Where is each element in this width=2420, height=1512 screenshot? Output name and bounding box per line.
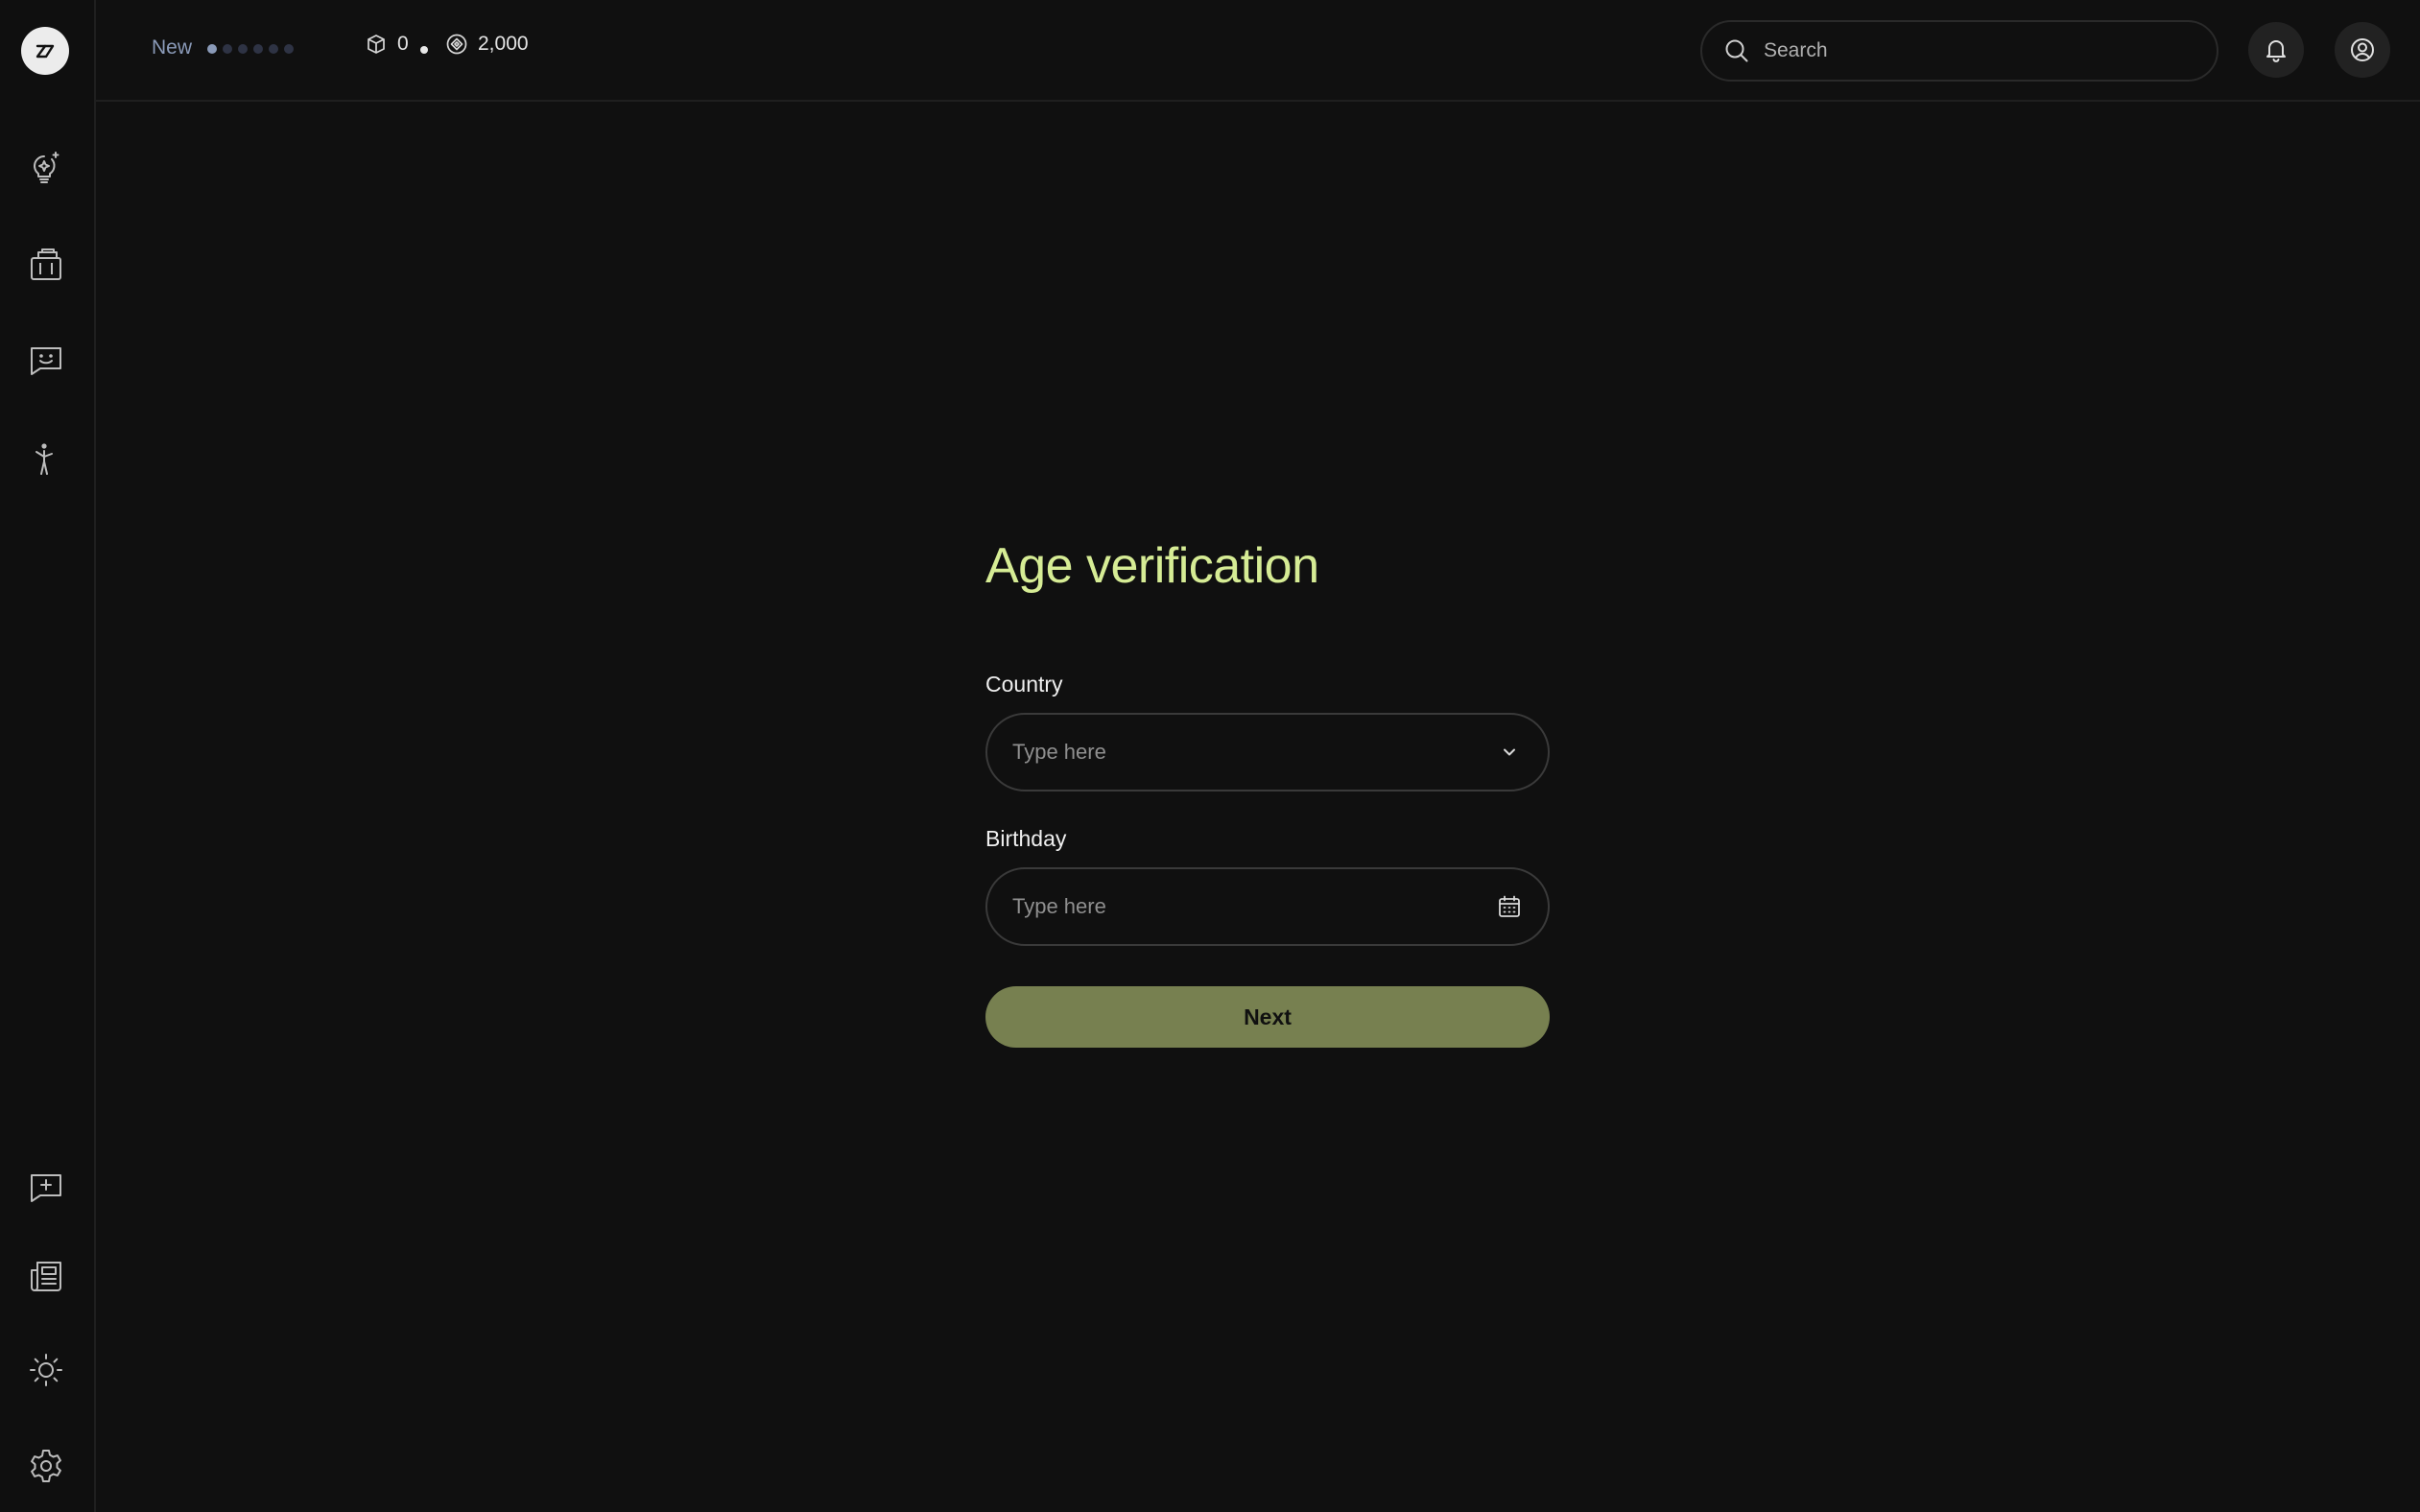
progress-dot <box>253 44 263 54</box>
country-field-group: Country <box>985 672 1550 791</box>
calendar-icon[interactable] <box>1496 893 1523 920</box>
sidebar-item-settings[interactable] <box>21 1441 71 1491</box>
newspaper-icon <box>31 1262 61 1291</box>
next-button[interactable]: Next <box>985 986 1550 1048</box>
app-window: New 0 2,000 Search Age verification Coun… <box>0 0 2420 1512</box>
cards-stack-icon <box>31 248 61 280</box>
birthday-label: Birthday <box>985 826 1067 851</box>
status-label: New <box>152 36 193 59</box>
separator-dot <box>420 46 428 54</box>
chevron-down-icon[interactable] <box>1496 739 1523 766</box>
sidebar-item-news[interactable] <box>21 1251 71 1301</box>
credits-coin-icon <box>446 34 467 55</box>
progress-dot <box>207 44 217 54</box>
sidebar-item-ideas[interactable] <box>21 142 71 192</box>
birthday-field-group: Birthday <box>985 826 1550 946</box>
credits-value: 2,000 <box>478 33 529 55</box>
sidebar-item-theme[interactable] <box>21 1345 71 1395</box>
profile-button[interactable] <box>2335 22 2390 78</box>
chat-smile-icon <box>31 347 61 375</box>
person-reaching-icon <box>36 443 53 475</box>
sidebar-item-activity[interactable] <box>21 434 71 484</box>
app-logo[interactable] <box>21 27 69 75</box>
sidebar <box>0 0 96 1512</box>
box-icon <box>368 35 385 54</box>
sidebar-item-new-chat[interactable] <box>21 1163 71 1213</box>
search-box[interactable] <box>1700 20 2218 82</box>
logo-mark-icon <box>36 44 55 59</box>
country-label: Country <box>985 672 1063 697</box>
lightbulb-sparkle-icon <box>34 152 59 183</box>
notifications-button[interactable] <box>2248 22 2304 78</box>
age-verification-form: Age verification Country Birthday N <box>985 537 1550 1048</box>
bell-icon <box>2266 40 2286 62</box>
credits-counter: 2,000 <box>445 33 529 56</box>
user-circle-icon <box>2351 38 2374 61</box>
box-count-value: 0 <box>397 33 409 55</box>
birthday-input[interactable] <box>1012 894 1496 919</box>
top-bar: New 0 2,000 <box>96 0 2420 102</box>
birthday-field[interactable] <box>985 867 1550 946</box>
sidebar-item-library[interactable] <box>21 240 71 290</box>
progress-dot <box>269 44 278 54</box>
progress-dot <box>284 44 294 54</box>
box-counter: 0 <box>365 33 409 56</box>
sidebar-item-chat[interactable] <box>21 336 71 386</box>
progress-dot <box>223 44 232 54</box>
progress-dots <box>207 44 294 54</box>
country-select[interactable] <box>985 713 1550 791</box>
gear-icon <box>31 1450 61 1482</box>
progress-dot <box>238 44 248 54</box>
search-input[interactable] <box>1764 39 2167 62</box>
chat-plus-icon <box>31 1174 61 1202</box>
page-title: Age verification <box>985 538 1319 594</box>
country-input[interactable] <box>1012 740 1496 765</box>
search-icon <box>1725 39 1748 62</box>
sun-icon <box>30 1354 62 1386</box>
